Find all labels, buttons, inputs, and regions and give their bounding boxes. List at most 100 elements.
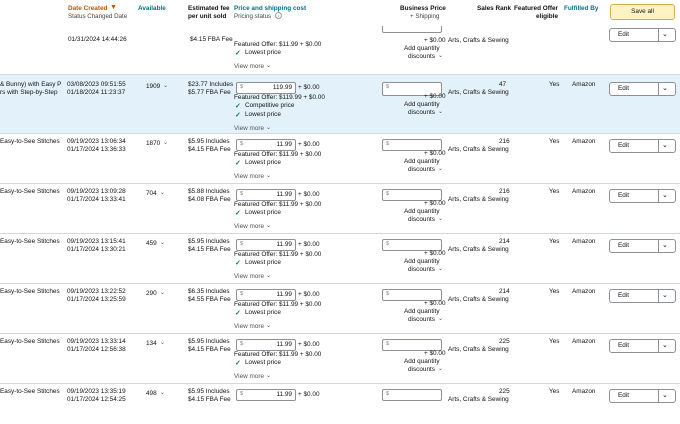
chevron-down-icon[interactable]: ⌄ (662, 30, 668, 38)
view-more-link[interactable]: View more (234, 223, 264, 230)
view-more-link[interactable]: View more (234, 173, 264, 180)
chevron-down-icon[interactable]: ⌄ (438, 315, 443, 322)
view-more-link[interactable]: View more (234, 273, 264, 280)
chevron-down-icon[interactable]: ⌄ (160, 239, 165, 246)
divider (658, 290, 659, 302)
chevron-down-icon[interactable]: ⌄ (266, 272, 271, 279)
view-more-link[interactable]: View more (234, 125, 264, 132)
chevron-down-icon[interactable]: ⌄ (163, 139, 168, 146)
available-quantity[interactable]: 459 (146, 240, 157, 247)
price-input[interactable]: $11.99 (236, 339, 296, 351)
add-quantity-link[interactable]: Add quantity (404, 158, 440, 165)
fee-includes: $5.95 Includes (188, 138, 230, 145)
chevron-down-icon[interactable]: ⌄ (662, 191, 668, 199)
edit-button[interactable]: Edit ⌄ (609, 389, 676, 403)
save-all-button[interactable]: Save all (610, 4, 675, 20)
edit-button[interactable]: Edit ⌄ (609, 28, 676, 42)
chevron-down-icon[interactable]: ⌄ (163, 82, 168, 89)
price-input[interactable]: $11.99 (236, 289, 296, 301)
chevron-down-icon[interactable]: ⌄ (662, 241, 668, 249)
chevron-down-icon[interactable]: ⌄ (160, 339, 165, 346)
business-shipping: + $0.00 (424, 150, 446, 157)
add-quantity-link[interactable]: Add quantity (404, 45, 440, 52)
available-quantity[interactable]: 1870 (146, 140, 160, 147)
featured-offer-text: Featured Offer: $11.99 + $0.00 (234, 201, 322, 208)
price-input[interactable]: $11.99 (236, 239, 296, 251)
currency-symbol: $ (240, 191, 244, 197)
chevron-down-icon[interactable]: ⌄ (266, 322, 271, 329)
business-price-input[interactable]: $ (382, 389, 442, 401)
edit-button[interactable]: Edit ⌄ (609, 339, 676, 353)
chevron-down-icon[interactable]: ⌄ (266, 62, 271, 69)
info-icon[interactable]: i (275, 12, 282, 19)
chevron-down-icon[interactable]: ⌄ (662, 84, 668, 92)
discounts-link[interactable]: discounts (408, 316, 435, 323)
view-more-link[interactable]: View more (234, 373, 264, 380)
edit-button[interactable]: Edit ⌄ (609, 189, 676, 203)
status-changed-date: 01/17/2024 13:33:41 (67, 196, 126, 203)
price-input[interactable]: $119.99 (236, 82, 296, 94)
edit-button[interactable]: Edit ⌄ (609, 289, 676, 303)
view-more-link[interactable]: View more (234, 63, 264, 70)
available-header[interactable]: Available (138, 5, 166, 12)
product-title[interactable]: Easy-to-See Stitches (0, 288, 60, 295)
product-title[interactable]: Easy-to-See Stitches (0, 138, 60, 145)
add-quantity-link[interactable]: Add quantity (404, 258, 440, 265)
available-quantity[interactable]: 498 (146, 390, 157, 397)
add-quantity-link[interactable]: Add quantity (404, 101, 440, 108)
available-quantity[interactable]: 1909 (146, 83, 160, 90)
discounts-link[interactable]: discounts (408, 266, 435, 273)
chevron-down-icon[interactable]: ⌄ (662, 341, 668, 349)
chevron-down-icon[interactable]: ⌄ (438, 265, 443, 272)
chevron-down-icon[interactable]: ⌄ (438, 52, 443, 59)
fulfilled-by-header[interactable]: Fulfilled By (564, 5, 598, 12)
chevron-down-icon[interactable]: ⌄ (438, 108, 443, 115)
available-quantity[interactable]: 290 (146, 290, 157, 297)
per-unit-sold-header: per unit sold (188, 13, 227, 20)
edit-button[interactable]: Edit ⌄ (609, 239, 676, 253)
product-title[interactable]: rs with Step-by-Step (0, 89, 58, 96)
discounts-link[interactable]: discounts (408, 53, 435, 60)
business-price-input[interactable] (382, 26, 442, 33)
edit-label: Edit (618, 342, 630, 349)
available-quantity[interactable]: 704 (146, 190, 157, 197)
sort-down-icon[interactable]: ▼ (110, 4, 117, 11)
chevron-down-icon[interactable]: ⌄ (160, 389, 165, 396)
product-title[interactable]: Easy-to-See Stitches (0, 388, 60, 395)
product-title[interactable]: & Bunny) with Easy P (0, 81, 61, 88)
date-created-header[interactable]: Date Created (68, 5, 107, 12)
discounts-link[interactable]: discounts (408, 216, 435, 223)
chevron-down-icon[interactable]: ⌄ (662, 141, 668, 149)
edit-button[interactable]: Edit ⌄ (609, 139, 676, 153)
chevron-down-icon[interactable]: ⌄ (266, 172, 271, 179)
currency-symbol: $ (386, 241, 390, 247)
chevron-down-icon[interactable]: ⌄ (662, 391, 668, 399)
price-input[interactable]: $11.99 (236, 389, 296, 401)
price-value: 11.99 (276, 241, 292, 248)
chevron-down-icon[interactable]: ⌄ (266, 372, 271, 379)
chevron-down-icon[interactable]: ⌄ (438, 365, 443, 372)
chevron-down-icon[interactable]: ⌄ (266, 124, 271, 131)
discounts-link[interactable]: discounts (408, 166, 435, 173)
product-title[interactable]: Easy-to-See Stitches (0, 238, 60, 245)
add-quantity-link[interactable]: Add quantity (404, 208, 440, 215)
chevron-down-icon[interactable]: ⌄ (266, 222, 271, 229)
price-input[interactable]: $11.99 (236, 189, 296, 201)
chevron-down-icon[interactable]: ⌄ (438, 215, 443, 222)
chevron-down-icon[interactable]: ⌄ (160, 289, 165, 296)
price-input[interactable]: $11.99 (236, 139, 296, 151)
edit-button[interactable]: Edit ⌄ (609, 82, 676, 96)
product-title[interactable]: Easy-to-See Stitches (0, 188, 60, 195)
price-value: 11.99 (276, 391, 292, 398)
add-quantity-link[interactable]: Add quantity (404, 308, 440, 315)
chevron-down-icon[interactable]: ⌄ (160, 189, 165, 196)
discounts-link[interactable]: discounts (408, 109, 435, 116)
add-quantity-link[interactable]: Add quantity (404, 358, 440, 365)
product-title[interactable]: Easy-to-See Stitches (0, 338, 60, 345)
discounts-link[interactable]: discounts (408, 366, 435, 373)
chevron-down-icon[interactable]: ⌄ (662, 291, 668, 299)
view-more-link[interactable]: View more (234, 323, 264, 330)
available-quantity[interactable]: 134 (146, 340, 157, 347)
chevron-down-icon[interactable]: ⌄ (438, 165, 443, 172)
price-shipping-header[interactable]: Price and shipping cost (234, 5, 306, 12)
